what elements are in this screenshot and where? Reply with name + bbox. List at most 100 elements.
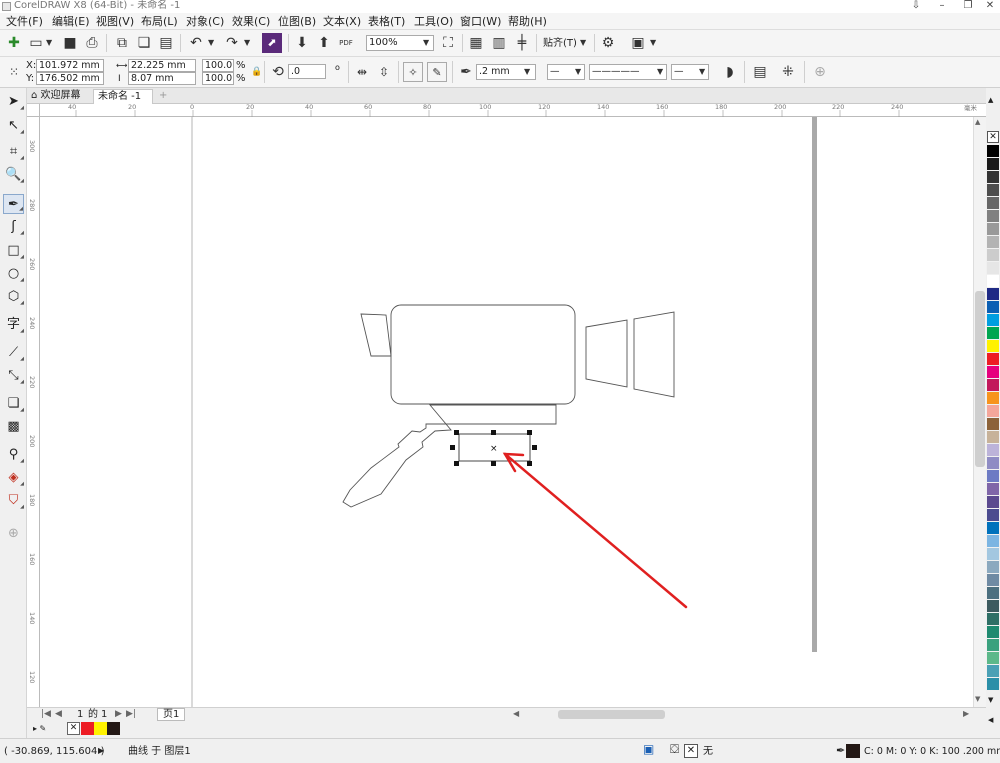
paste-icon[interactable]: ▤ — [156, 33, 176, 53]
palette-menu-icon[interactable]: ▸ ✎ — [33, 723, 46, 735]
camera-body[interactable] — [390, 304, 576, 405]
pick-tool-icon[interactable]: ➤ ◢ — [3, 92, 24, 112]
palette-swatch[interactable] — [987, 678, 999, 690]
rectangle-tool-icon[interactable]: □ ◢ — [3, 241, 24, 261]
pen-tool-icon[interactable]: ✒ ◢ — [3, 194, 24, 214]
shape-tool-icon[interactable]: ↖ ◢ — [3, 116, 24, 136]
x-position-field[interactable]: 101.972 mm — [36, 59, 104, 72]
tab-untitled-1[interactable]: 未命名 -1 — [93, 89, 153, 104]
swatch-red[interactable] — [81, 722, 94, 735]
palette-swatch[interactable] — [987, 262, 999, 274]
show-rulers-icon[interactable]: ▦ — [466, 33, 486, 53]
palette-swatch[interactable] — [987, 197, 999, 209]
palette-swatch[interactable] — [987, 210, 999, 222]
palette-swatch[interactable] — [987, 587, 999, 599]
undo-dropdown-icon[interactable]: ▼ — [208, 33, 214, 53]
last-page-icon[interactable]: ▶| — [126, 708, 136, 720]
fill-bucket-icon[interactable]: ⛋ — [670, 743, 679, 755]
edit-curve-icon[interactable]: ✎ — [427, 62, 447, 82]
color-proof-icon[interactable]: ▣ — [643, 743, 654, 755]
palette-scroll-up-icon[interactable]: ▲ — [988, 96, 993, 104]
artistic-media-icon[interactable]: ʃ ◢ — [3, 217, 24, 237]
object-width-field[interactable]: 22.225 mm — [128, 59, 196, 72]
scroll-down-icon[interactable]: ▼ — [975, 695, 980, 703]
camera-viewfinder[interactable] — [360, 313, 392, 357]
outline-width-dropdown-icon[interactable]: ▼ — [524, 62, 530, 82]
palette-swatch[interactable] — [987, 457, 999, 469]
palette-swatch[interactable] — [987, 392, 999, 404]
show-guidelines-icon[interactable]: ╪ — [512, 33, 532, 53]
selection-handle[interactable] — [491, 461, 496, 466]
show-grid-icon[interactable]: ▥ — [489, 33, 509, 53]
new-document-icon[interactable]: ✚ — [4, 33, 24, 53]
lock-ratio-icon[interactable]: 🔒 — [251, 66, 262, 78]
selection-handle[interactable] — [527, 430, 532, 435]
menu-bitmaps[interactable]: 位图(B) — [278, 15, 316, 28]
palette-swatch[interactable] — [987, 548, 999, 560]
vertical-ruler[interactable]: 300 280 260 240 220 200 180 160 140 120 — [27, 104, 40, 708]
menu-file[interactable]: 文件(F) — [6, 15, 43, 28]
drawing-canvas[interactable]: × — [40, 117, 973, 707]
rotation-angle-field[interactable]: .0 — [288, 64, 326, 79]
status-expand-icon[interactable]: ▶ — [98, 745, 104, 757]
eyedropper-icon[interactable]: ⚲ ◢ — [3, 445, 24, 465]
y-position-field[interactable]: 176.502 mm — [36, 72, 104, 85]
minimize-button[interactable]: – — [930, 0, 954, 12]
close-curve-icon[interactable]: ◗ — [720, 62, 740, 82]
palette-swatch[interactable] — [987, 496, 999, 508]
palette-expand-icon[interactable]: ◀ — [988, 716, 993, 724]
selection-handle[interactable] — [532, 445, 537, 450]
palette-swatch[interactable] — [987, 249, 999, 261]
swatch-black[interactable] — [107, 722, 120, 735]
palette-swatch[interactable] — [987, 301, 999, 313]
smart-fill-icon[interactable]: ⛉ ◢ — [3, 491, 24, 511]
vertical-scroll-thumb[interactable] — [975, 291, 985, 467]
palette-swatch[interactable] — [987, 314, 999, 326]
palette-swatch[interactable] — [987, 483, 999, 495]
end-arrow-dropdown-icon[interactable]: ▼ — [699, 62, 705, 82]
snap-dropdown-icon[interactable]: ▼ — [580, 33, 586, 53]
selection-handle[interactable] — [454, 461, 459, 466]
vertical-scrollbar[interactable]: ▲ ▼ — [973, 117, 986, 707]
palette-swatch[interactable] — [987, 353, 999, 365]
scroll-left-icon[interactable]: ◀ — [513, 708, 519, 720]
palette-swatch[interactable] — [987, 366, 999, 378]
palette-swatch[interactable] — [987, 561, 999, 573]
cut-icon[interactable]: ⧉ — [112, 33, 132, 53]
full-screen-icon[interactable]: ⛶ — [438, 33, 458, 53]
redo-icon[interactable]: ↷ — [222, 33, 242, 53]
scale-x-field[interactable]: 100.0 — [202, 59, 234, 72]
selection-handle[interactable] — [450, 445, 455, 450]
menu-object[interactable]: 对象(C) — [186, 15, 224, 28]
palette-swatch[interactable] — [987, 327, 999, 339]
publish-pdf-icon[interactable]: PDF — [336, 33, 356, 53]
palette-swatch[interactable] — [987, 145, 999, 157]
redo-dropdown-icon[interactable]: ▼ — [244, 33, 250, 53]
mirror-vertical-icon[interactable]: ⇳ — [374, 62, 394, 82]
print-icon[interactable]: ⎙ — [82, 33, 102, 53]
mirror-horizontal-icon[interactable]: ⇹ — [352, 62, 372, 82]
close-button[interactable]: ✕ — [978, 0, 1000, 12]
next-page-icon[interactable]: ▶ — [115, 708, 122, 720]
start-arrow-dropdown-icon[interactable]: ▼ — [575, 62, 581, 82]
crop-tool-icon[interactable]: ⌗ ◢ — [3, 142, 24, 162]
export-icon[interactable]: ⬆ — [314, 33, 334, 53]
add-toolbar-icon[interactable]: ⊕ — [810, 62, 830, 82]
edit-nodes-icon[interactable]: ✧ — [403, 62, 423, 82]
menu-edit[interactable]: 编辑(E) — [52, 15, 90, 28]
palette-swatch[interactable] — [987, 535, 999, 547]
text-tool-icon[interactable]: 字 ◢ — [3, 315, 24, 335]
palette-swatch[interactable] — [987, 431, 999, 443]
menu-view[interactable]: 视图(V) — [96, 15, 134, 28]
prev-page-icon[interactable]: ◀ — [55, 708, 62, 720]
no-color-swatch[interactable]: ✕ — [67, 722, 80, 735]
application-launcher-icon[interactable]: ▣ — [628, 33, 648, 53]
drop-shadow-icon[interactable]: ❏ ◢ — [3, 394, 24, 414]
palette-swatch[interactable] — [987, 639, 999, 651]
palette-swatch[interactable] — [987, 522, 999, 534]
palette-swatch[interactable] — [987, 171, 999, 183]
page-tab-1[interactable]: 页1 — [157, 708, 186, 721]
line-style-dropdown-icon[interactable]: ▼ — [657, 62, 663, 82]
import-icon[interactable]: ⬇ — [292, 33, 312, 53]
scroll-right-icon[interactable]: ▶ — [963, 708, 969, 720]
